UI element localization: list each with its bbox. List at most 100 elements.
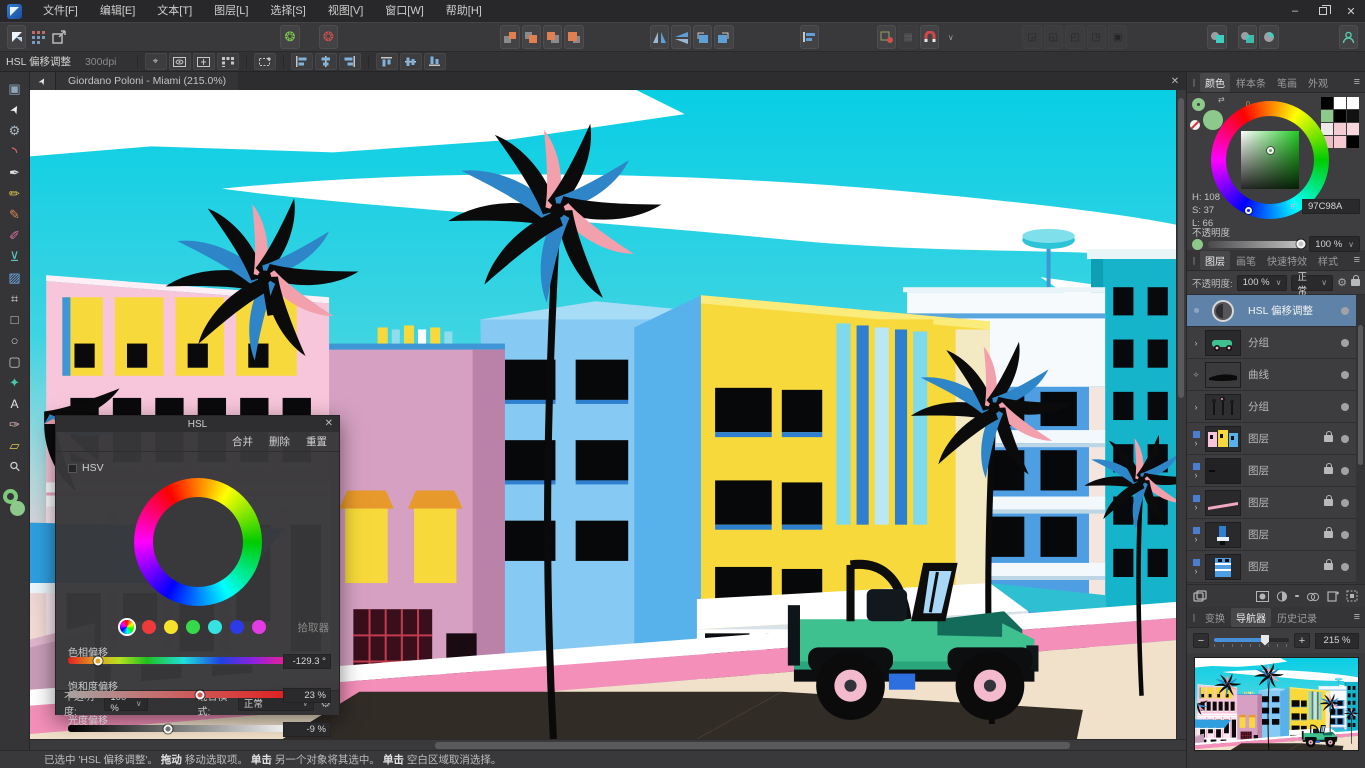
tab-brushes[interactable]: 画笔 bbox=[1231, 251, 1261, 270]
menu-select[interactable]: 选择[S] bbox=[259, 0, 316, 22]
export-persona-button[interactable] bbox=[49, 25, 68, 49]
canvas-area[interactable]: HSL ✕ 合并 删除 重置 HSV bbox=[30, 90, 1186, 739]
account-button[interactable] bbox=[1339, 25, 1358, 49]
layer-row-road[interactable]: › 图层 bbox=[1187, 487, 1365, 519]
layer-visibility-dot[interactable] bbox=[1341, 563, 1349, 571]
reset-button[interactable]: 重置 bbox=[306, 434, 327, 449]
opacity-slider[interactable] bbox=[1208, 241, 1304, 248]
tab-navigator[interactable]: 导航器 bbox=[1231, 608, 1271, 627]
saturation-lightness-box[interactable] bbox=[1241, 131, 1299, 189]
arrange-backward-button[interactable] bbox=[543, 25, 562, 49]
fill-color-well[interactable] bbox=[10, 501, 25, 516]
zoom-in-button[interactable]: + bbox=[1294, 633, 1310, 648]
blend-options-gear-icon[interactable]: ⚙ bbox=[1337, 276, 1347, 289]
layers-scrollbar[interactable] bbox=[1356, 295, 1365, 584]
hue-shift-value[interactable]: -129.3 ° bbox=[283, 654, 331, 669]
layer-row-dark[interactable]: › 图层 bbox=[1187, 455, 1365, 487]
layer-row-buildings[interactable]: › 图层 bbox=[1187, 423, 1365, 455]
luminosity-shift-thumb[interactable] bbox=[163, 724, 172, 733]
shape-tool[interactable]: ✦ bbox=[3, 372, 27, 393]
opacity-dropdown[interactable]: 100 %∨ bbox=[1309, 236, 1360, 252]
arrange-to-front-button[interactable] bbox=[500, 25, 519, 49]
red-channel-swatch[interactable] bbox=[142, 620, 156, 634]
tab-color[interactable]: 颜色 bbox=[1200, 73, 1230, 92]
blue-channel-swatch[interactable] bbox=[230, 620, 244, 634]
boolean-add-button[interactable] bbox=[1207, 25, 1226, 49]
text-tool[interactable]: A bbox=[3, 393, 27, 414]
crop-tool[interactable]: ⌗ bbox=[3, 288, 27, 309]
magenta-channel-swatch[interactable] bbox=[252, 620, 266, 634]
layers-opacity-dropdown[interactable]: 100 %∨ bbox=[1237, 275, 1288, 291]
align-center-button[interactable] bbox=[315, 53, 337, 70]
layer-lock-icon[interactable] bbox=[1324, 563, 1333, 570]
arrange-forward-button[interactable] bbox=[522, 25, 541, 49]
pencil-tool[interactable]: ✏ bbox=[3, 183, 27, 204]
navigator-thumbnail[interactable] bbox=[1194, 657, 1359, 751]
rotate-cw-button[interactable] bbox=[714, 25, 733, 49]
designer-persona-button[interactable] bbox=[7, 25, 26, 49]
align-middle-button[interactable] bbox=[400, 53, 422, 70]
fill-stroke-color-wells[interactable] bbox=[3, 489, 27, 519]
pen-tool[interactable]: ✒ bbox=[3, 162, 27, 183]
menu-window[interactable]: 窗口[W] bbox=[374, 0, 435, 22]
zoom-out-button[interactable]: − bbox=[1193, 633, 1209, 648]
boolean-subtract-button[interactable] bbox=[1238, 25, 1257, 49]
layer-row-curve[interactable]: ⟡ 曲线 bbox=[1187, 359, 1365, 391]
layer-row-hsl-adjustment[interactable]: HSL 偏移调整 bbox=[1187, 295, 1365, 327]
zoom-value[interactable]: 215 % bbox=[1315, 633, 1359, 649]
tab-effects[interactable]: 快速特效 bbox=[1262, 251, 1312, 270]
layer-visibility-dot[interactable] bbox=[1341, 339, 1349, 347]
hsv-checkbox-box[interactable] bbox=[68, 464, 77, 473]
fill-tool[interactable]: ⊻ bbox=[3, 246, 27, 267]
luminosity-shift-slider[interactable] bbox=[68, 725, 300, 732]
tab-layers[interactable]: 图层 bbox=[1200, 251, 1230, 270]
panel-menu-icon[interactable]: ≡ bbox=[1354, 611, 1362, 623]
panel-grip-icon[interactable]: ∥ bbox=[1192, 256, 1197, 265]
vector-brush-tool[interactable]: ✎ bbox=[3, 204, 27, 225]
boolean-divide-button[interactable] bbox=[1259, 25, 1278, 49]
align-right-button[interactable] bbox=[339, 53, 361, 70]
layer-visibility-dot[interactable] bbox=[1341, 371, 1349, 379]
close-button[interactable]: ✕ bbox=[1337, 0, 1365, 22]
pixel-grid-icon[interactable] bbox=[217, 53, 239, 70]
flip-vertical-button[interactable] bbox=[671, 25, 690, 49]
layer-row-pole[interactable]: › 图层 bbox=[1187, 519, 1365, 551]
panel-grip-icon[interactable]: ∥ bbox=[1192, 78, 1197, 87]
layer-lock-icon[interactable] bbox=[1324, 531, 1333, 538]
align-bottom-button[interactable] bbox=[424, 53, 446, 70]
sv-selector-dot[interactable] bbox=[1267, 147, 1274, 154]
picker-button[interactable]: 拾取器 bbox=[298, 620, 330, 635]
tab-stroke[interactable]: 笔画 bbox=[1272, 73, 1302, 92]
hsv-checkbox[interactable]: HSV bbox=[68, 462, 104, 474]
layer-visibility-dot[interactable] bbox=[1341, 467, 1349, 475]
menu-file[interactable]: 文件[F] bbox=[32, 0, 89, 22]
document-close-icon[interactable]: ✕ bbox=[1164, 76, 1186, 87]
layer-visibility-dot[interactable] bbox=[1341, 435, 1349, 443]
canvas-vertical-scrollbar[interactable] bbox=[1176, 90, 1186, 739]
show-alignment-handles-icon[interactable] bbox=[193, 53, 215, 70]
layer-visibility-dot[interactable] bbox=[1341, 499, 1349, 507]
alignment-button[interactable] bbox=[800, 25, 819, 49]
hue-shift-slider[interactable] bbox=[68, 657, 300, 664]
no-color-icon[interactable] bbox=[1190, 120, 1200, 130]
snapping-dropdown[interactable]: ∨ bbox=[941, 25, 960, 49]
lock-layer-icon[interactable] bbox=[1351, 279, 1360, 286]
layer-visibility-dot[interactable] bbox=[1341, 531, 1349, 539]
tab-transform[interactable]: 变换 bbox=[1200, 608, 1230, 627]
layer-fx-icon[interactable] bbox=[1295, 595, 1299, 597]
edit-all-layers-icon[interactable] bbox=[1193, 590, 1207, 602]
blend-ranges-icon[interactable] bbox=[1306, 591, 1320, 602]
recent-swatches-grid[interactable] bbox=[1321, 97, 1359, 148]
canvas-vertical-scroll-thumb[interactable] bbox=[1178, 98, 1184, 398]
green-channel-swatch[interactable] bbox=[186, 620, 200, 634]
menu-edit[interactable]: 编辑[E] bbox=[89, 0, 146, 22]
rounded-rectangle-tool[interactable]: ▢ bbox=[3, 351, 27, 372]
menu-text[interactable]: 文本[T] bbox=[146, 0, 203, 22]
luminosity-shift-value[interactable]: -9 % bbox=[283, 722, 331, 737]
paint-brush-tool[interactable]: ✐ bbox=[3, 225, 27, 246]
master-channel-swatch[interactable] bbox=[120, 620, 134, 634]
hue-shift-thumb[interactable] bbox=[94, 656, 103, 665]
transform-origin-icon[interactable]: ⌖ bbox=[145, 53, 167, 70]
hue-wheel[interactable] bbox=[134, 478, 262, 606]
group-layers-icon[interactable] bbox=[1346, 590, 1358, 602]
